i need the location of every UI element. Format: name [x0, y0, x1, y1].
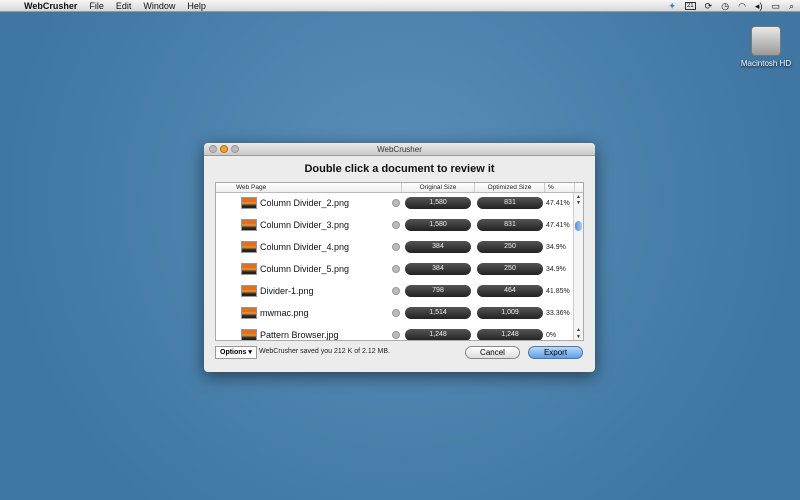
- original-size: 1,514: [405, 307, 471, 319]
- percent-saved: 41.85%: [546, 287, 570, 295]
- info-icon[interactable]: [392, 309, 400, 317]
- table-row[interactable]: Column Divider_3.png 1,580 831 47.41%: [216, 214, 574, 236]
- optimized-size: 250: [477, 241, 543, 253]
- menu-file[interactable]: File: [83, 1, 110, 11]
- image-thumbnail-icon: [241, 197, 257, 209]
- hard-drive-icon: [751, 26, 781, 56]
- original-size: 1,580: [405, 197, 471, 209]
- info-icon[interactable]: [392, 331, 400, 339]
- export-button[interactable]: Export: [528, 346, 583, 359]
- dropbox-icon[interactable]: ✦: [668, 1, 676, 12]
- menu-app[interactable]: WebCrusher: [18, 1, 83, 11]
- file-name: Column Divider_5.png: [260, 264, 350, 274]
- scrollbar[interactable]: ▲ ▼ ▲ ▼: [573, 193, 583, 340]
- original-size: 384: [405, 241, 471, 253]
- volume-icon[interactable]: ◂): [755, 1, 763, 12]
- column-web-page[interactable]: Web Page: [216, 183, 402, 192]
- percent-saved: 34.9%: [546, 243, 566, 251]
- column-percent[interactable]: %: [545, 183, 575, 192]
- status-text: WebCrusher saved you 212 K of 2.12 MB.: [259, 348, 390, 355]
- documents-table: Web Page Original Size Optimized Size % …: [215, 182, 584, 341]
- percent-saved: 0%: [546, 331, 557, 339]
- original-size: 798: [405, 285, 471, 297]
- info-icon[interactable]: [392, 287, 400, 295]
- table-row[interactable]: Column Divider_2.png 1,580 831 47.41%: [216, 192, 574, 214]
- info-icon[interactable]: [392, 265, 400, 273]
- webcrusher-window: WebCrusher Double click a document to re…: [204, 143, 595, 372]
- original-size: 384: [405, 263, 471, 275]
- file-name: Divider-1.png: [260, 286, 314, 296]
- drive-label: Macintosh HD: [740, 59, 792, 68]
- column-optimized-size[interactable]: Optimized Size: [475, 183, 545, 192]
- percent-saved: 34.9%: [546, 265, 566, 273]
- optimized-size: 464: [477, 285, 543, 297]
- menu-edit[interactable]: Edit: [110, 1, 138, 11]
- window-title: WebCrusher: [377, 145, 422, 154]
- percent-saved: 33.36%: [546, 309, 570, 317]
- battery-icon[interactable]: ▭: [771, 1, 780, 12]
- optimized-size: 1,009: [477, 307, 543, 319]
- file-name: Column Divider_3.png: [260, 220, 350, 230]
- menu-bar: WebCrusher File Edit Window Help ✦ 21 ⟳ …: [0, 0, 800, 12]
- spotlight-icon[interactable]: ⌕: [789, 1, 794, 12]
- sync-icon[interactable]: ⟳: [705, 1, 713, 12]
- scroll-thumb[interactable]: [575, 221, 582, 231]
- image-thumbnail-icon: [241, 329, 257, 340]
- image-thumbnail-icon: [241, 263, 257, 275]
- table-row[interactable]: Column Divider_4.png 384 250 34.9%: [216, 236, 574, 258]
- title-bar[interactable]: WebCrusher: [204, 143, 595, 156]
- optimized-size: 831: [477, 197, 543, 209]
- original-size: 1,248: [405, 329, 471, 340]
- file-name: Column Divider_2.png: [260, 198, 350, 208]
- optimized-size: 831: [477, 219, 543, 231]
- cancel-button[interactable]: Cancel: [465, 346, 520, 359]
- table-row[interactable]: mwmac.png 1,514 1,009 33.36%: [216, 302, 574, 324]
- calendar-icon[interactable]: 21: [684, 2, 696, 10]
- image-thumbnail-icon: [241, 241, 257, 253]
- close-button[interactable]: [209, 145, 217, 153]
- image-thumbnail-icon: [241, 219, 257, 231]
- info-icon[interactable]: [392, 243, 400, 251]
- table-row[interactable]: Pattern Browser.jpg 1,248 1,248 0%: [216, 324, 574, 340]
- page-title: Double click a document to review it: [304, 163, 495, 175]
- optimized-size: 250: [477, 263, 543, 275]
- image-thumbnail-icon: [241, 285, 257, 297]
- info-icon[interactable]: [392, 199, 400, 207]
- table-row[interactable]: Column Divider_5.png 384 250 34.9%: [216, 258, 574, 280]
- column-original-size[interactable]: Original Size: [402, 183, 475, 192]
- menu-window[interactable]: Window: [137, 1, 181, 11]
- original-size: 1,580: [405, 219, 471, 231]
- optimized-size: 1,248: [477, 329, 543, 340]
- info-icon[interactable]: [392, 221, 400, 229]
- image-thumbnail-icon: [241, 307, 257, 319]
- desktop-drive-icon[interactable]: Macintosh HD: [738, 26, 794, 68]
- table-row[interactable]: Divider-1.png 798 464 41.85%: [216, 280, 574, 302]
- wifi-icon[interactable]: ◠: [738, 1, 746, 12]
- menu-help[interactable]: Help: [181, 1, 212, 11]
- file-name: mwmac.png: [260, 308, 309, 318]
- percent-saved: 47.41%: [546, 199, 570, 207]
- scroll-up-icon-bottom[interactable]: ▲: [576, 327, 581, 333]
- scroll-down-icon-bottom[interactable]: ▼: [576, 334, 581, 340]
- minimize-button[interactable]: [220, 145, 228, 153]
- options-button[interactable]: Options ▾: [215, 346, 257, 359]
- time-machine-icon[interactable]: ◷: [721, 1, 729, 12]
- file-name: Pattern Browser.jpg: [260, 330, 339, 340]
- scroll-down-icon[interactable]: ▼: [576, 200, 581, 206]
- percent-saved: 47.41%: [546, 221, 570, 229]
- zoom-button[interactable]: [231, 145, 239, 153]
- file-name: Column Divider_4.png: [260, 242, 350, 252]
